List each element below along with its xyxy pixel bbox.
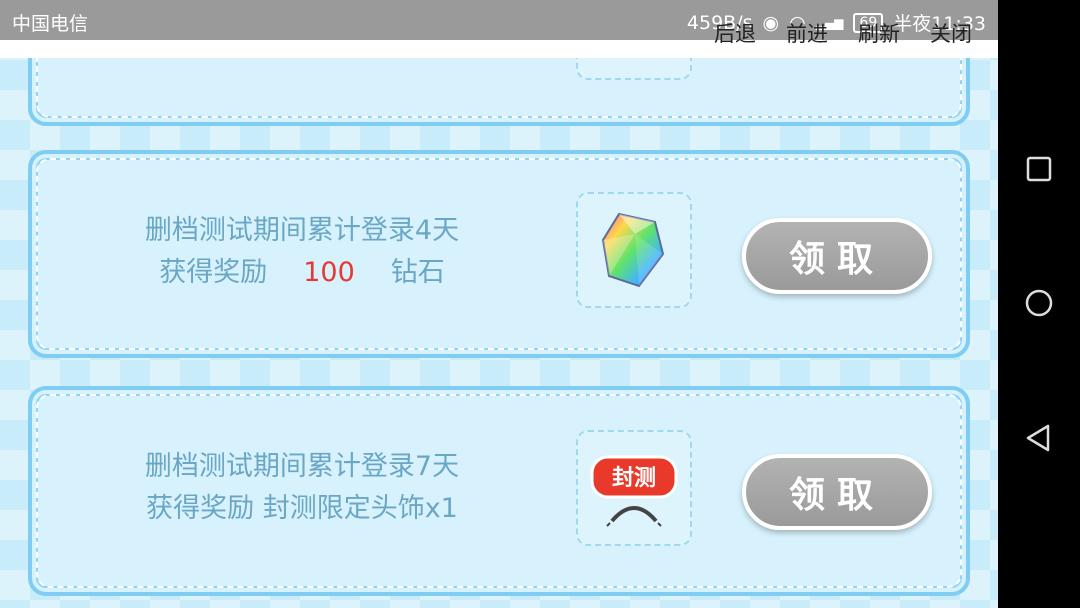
claim-button[interactable]: 领取: [742, 454, 932, 530]
forward-button[interactable]: 前进: [786, 18, 828, 48]
reward-card-4-days: 删档测试期间累计登录4天 获得奖励 100 钻石 领取: [28, 150, 970, 358]
item-slot: [576, 192, 692, 308]
reward-description: 删档测试期间累计登录4天 获得奖励 100 钻石: [92, 210, 512, 294]
carrier-label: 中国电信: [12, 13, 89, 35]
reward-condition: 删档测试期间累计登录4天: [144, 215, 460, 246]
reward-line: 获得奖励 100 钻石: [92, 252, 512, 294]
reward-condition: 删档测试期间累计登录7天: [144, 451, 460, 482]
reward-description: 删档测试期间累计登录7天 获得奖励 封测限定头饰x1: [92, 446, 512, 530]
recents-icon[interactable]: [1024, 154, 1054, 184]
item-slot: 封测: [576, 430, 692, 546]
reward-page: 删档测试期间累计登录4天 获得奖励 100 钻石 领取 删档测试期间累计登录7天…: [0, 0, 998, 608]
reward-card-7-days: 删档测试期间累计登录7天 获得奖励 封测限定头饰x1 封测 领取: [28, 386, 970, 596]
browser-nav: 后退 前进 刷新 关闭: [714, 18, 972, 48]
diamond-icon: [601, 212, 665, 288]
close-button[interactable]: 关闭: [930, 18, 972, 48]
reward-amount: 100: [303, 257, 355, 288]
reward-item-name: 钻石: [390, 257, 445, 288]
headband-badge-text: 封测: [612, 466, 656, 491]
headband-icon: 封测: [590, 455, 678, 527]
android-navbar: [998, 0, 1080, 608]
reward-prefix: 获得奖励: [159, 257, 268, 288]
back-button[interactable]: 后退: [714, 18, 756, 48]
claim-button[interactable]: 领取: [742, 218, 932, 294]
reward-line: 获得奖励 封测限定头饰x1: [146, 493, 458, 524]
home-icon[interactable]: [1024, 288, 1054, 318]
back-icon[interactable]: [1024, 423, 1054, 453]
refresh-button[interactable]: 刷新: [858, 18, 900, 48]
